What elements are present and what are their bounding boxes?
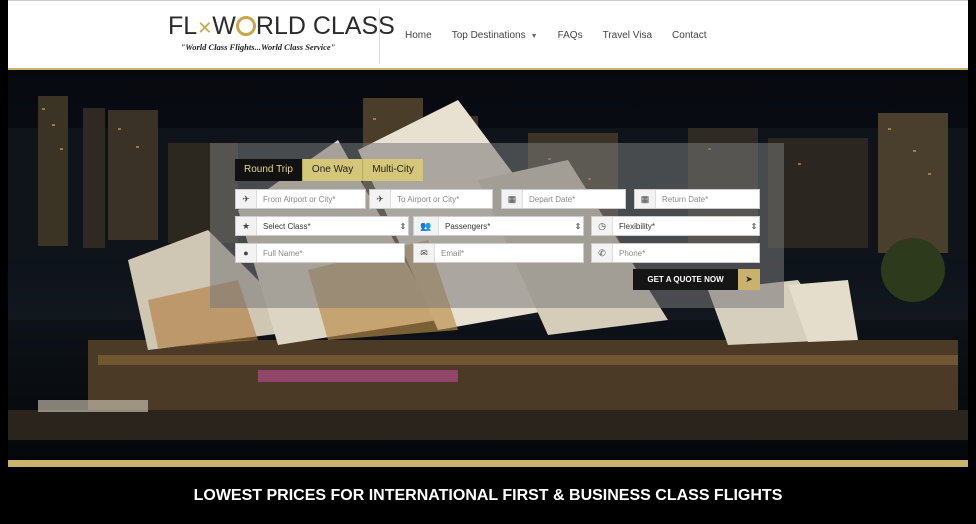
nav-contact[interactable]: Contact	[672, 30, 706, 41]
site-header: FL✕W RLD CLASS "World Class Flights...Wor…	[8, 0, 968, 71]
passengers-select-value: Passengers*	[445, 221, 491, 231]
main-nav: Home Top Destinations ▼ FAQs Travel Visa …	[405, 30, 727, 41]
logo-tagline: "World Class Flights...World Class Servi…	[180, 42, 336, 52]
logo-w: W	[212, 12, 236, 40]
plane-icon: ✈	[236, 190, 257, 208]
user-icon: ●	[236, 244, 257, 262]
return-date-placeholder: Return Date*	[662, 194, 709, 204]
tab-one-way[interactable]: One Way	[302, 159, 364, 181]
phone-field[interactable]: ✆ Phone*	[591, 243, 760, 263]
full-name-placeholder: Full Name*	[263, 248, 303, 258]
calendar-icon: ▦	[502, 190, 523, 208]
plane-icon: ✕	[197, 18, 213, 38]
clock-icon: ◷	[592, 217, 613, 235]
class-select[interactable]: ★ Select Class* ⇕	[235, 216, 409, 236]
depart-date-field[interactable]: ▦ Depart Date*	[501, 189, 626, 209]
plane-icon: ✈	[370, 190, 391, 208]
class-select-value: Select Class*	[263, 221, 311, 231]
flexibility-select[interactable]: ◷ Flexibility* ⇕	[591, 216, 760, 236]
get-quote-button[interactable]: GET A QUOTE NOW ➤	[633, 269, 760, 290]
select-arrows-icon: ⇕	[399, 221, 407, 231]
nav-travel-visa[interactable]: Travel Visa	[603, 30, 652, 41]
get-quote-label: GET A QUOTE NOW	[647, 275, 724, 284]
chevron-down-icon: ▼	[530, 33, 538, 40]
email-placeholder: Email*	[441, 248, 465, 258]
site-logo[interactable]: FL✕W RLD CLASS "World Class Flights...Wor…	[168, 12, 395, 57]
logo-wordmark: FL✕W RLD CLASS	[168, 12, 395, 41]
select-arrows-icon: ⇕	[750, 221, 758, 231]
paper-plane-icon: ➤	[738, 269, 760, 290]
nav-top-destinations[interactable]: Top Destinations ▼	[452, 30, 538, 41]
tab-round-trip[interactable]: Round Trip	[235, 159, 303, 181]
from-airport-field[interactable]: ✈ From Airport or City*	[235, 189, 366, 209]
globe-icon	[235, 16, 256, 36]
nav-home[interactable]: Home	[405, 30, 432, 41]
to-airport-field[interactable]: ✈ To Airport or City*	[369, 189, 493, 209]
phone-placeholder: Phone*	[619, 248, 646, 258]
hero-gold-line	[8, 460, 968, 467]
tab-multi-city[interactable]: Multi-City	[363, 159, 424, 181]
headline-banner: LOWEST PRICES FOR INTERNATIONAL FIRST & …	[8, 467, 968, 524]
email-field[interactable]: ✉ Email*	[413, 243, 584, 263]
passengers-select[interactable]: 👥 Passengers* ⇕	[413, 216, 584, 236]
nav-faqs[interactable]: FAQs	[558, 30, 583, 41]
nav-top-destinations-label: Top Destinations	[451, 30, 526, 41]
hero-image	[8, 70, 968, 460]
select-arrows-icon: ⇕	[574, 221, 582, 231]
return-date-field[interactable]: ▦ Return Date*	[634, 189, 760, 209]
logo-text-suffix: RLD CLASS	[255, 12, 395, 40]
to-airport-placeholder: To Airport or City*	[397, 194, 460, 204]
phone-icon: ✆	[592, 244, 613, 262]
calendar-icon: ▦	[635, 190, 656, 208]
trip-type-tabs: Round Trip One Way Multi-City	[235, 159, 424, 181]
depart-date-placeholder: Depart Date*	[529, 194, 576, 204]
banner-headline: LOWEST PRICES FOR INTERNATIONAL FIRST & …	[193, 486, 783, 504]
star-icon: ★	[236, 217, 257, 235]
full-name-field[interactable]: ● Full Name*	[235, 243, 405, 263]
flexibility-select-value: Flexibility*	[619, 221, 656, 231]
envelope-icon: ✉	[414, 244, 435, 262]
logo-text-prefix: FL	[168, 12, 198, 40]
from-airport-placeholder: From Airport or City*	[263, 194, 336, 204]
header-divider	[379, 9, 380, 64]
users-icon: 👥	[414, 217, 439, 235]
page: FL✕W RLD CLASS "World Class Flights...Wor…	[8, 0, 968, 524]
